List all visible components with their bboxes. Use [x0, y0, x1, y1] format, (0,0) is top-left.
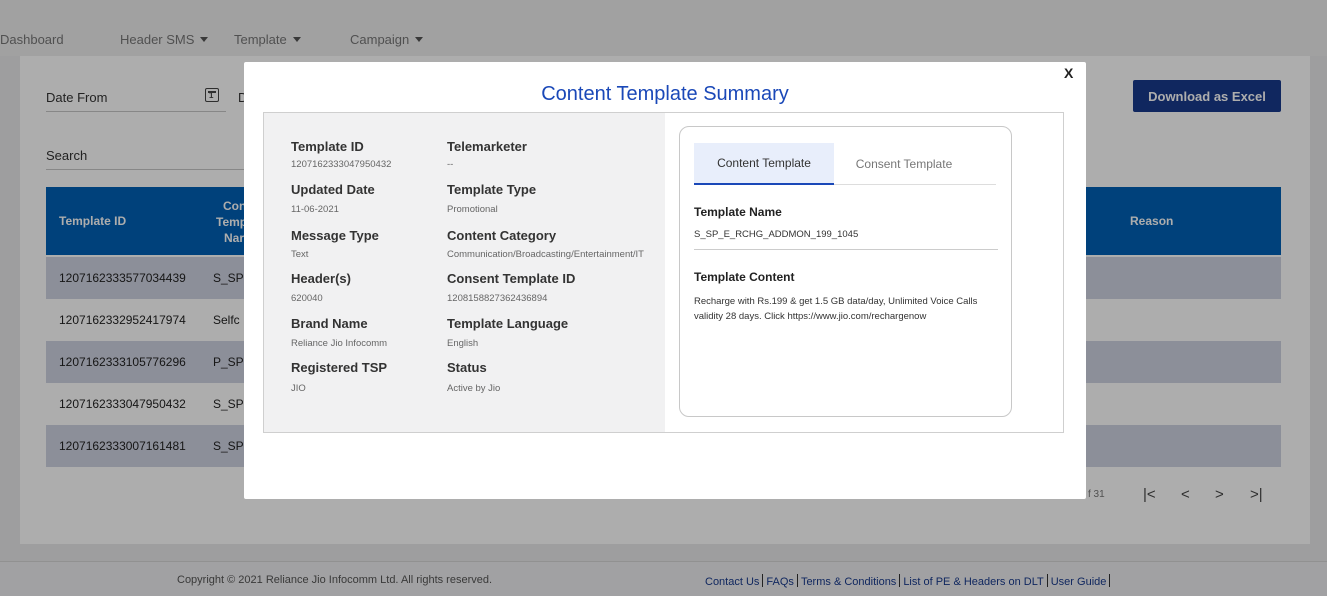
details-panel: Template ID 1207162333047950432 Updated … [264, 113, 665, 432]
template-id-label: Template ID [291, 139, 364, 154]
consent-template-id-label: Consent Template ID [447, 271, 576, 286]
template-content-text: Recharge with Rs.199 & get 1.5 GB data/d… [694, 296, 978, 322]
divider [694, 249, 998, 250]
template-name-value: S_SP_E_RCHG_ADDMON_199_1045 [694, 229, 859, 240]
tabs-underline [834, 184, 996, 185]
status-value: Active by Jio [447, 383, 501, 394]
template-language-value: English [447, 338, 479, 349]
telemarketer-value: -- [447, 159, 454, 170]
registered-tsp-value: JIO [291, 383, 306, 394]
telemarketer-label: Telemarketer [447, 139, 527, 154]
updated-date-value: 11-06-2021 [291, 204, 339, 215]
content-category-value: Communication/Broadcasting/Entertainment… [447, 249, 644, 260]
updated-date-label: Updated Date [291, 182, 375, 197]
tab-consent-template[interactable]: Consent Template [834, 143, 974, 185]
brand-name-label: Brand Name [291, 316, 368, 331]
content-category-label: Content Category [447, 228, 557, 243]
modal-body: Template ID 1207162333047950432 Updated … [263, 112, 1064, 433]
consent-template-id-value: 1208158827362436894 [447, 293, 548, 304]
template-type-value: Promotional [447, 204, 498, 215]
template-content-card: Content Template Consent Template Templa… [679, 126, 1012, 417]
close-icon[interactable]: X [1064, 65, 1073, 81]
message-type-label: Message Type [291, 228, 379, 243]
template-content-label: Template Content [694, 270, 795, 284]
template-language-label: Template Language [447, 316, 569, 331]
message-type-value: Text [291, 249, 309, 260]
modal-title: Content Template Summary [541, 83, 789, 105]
tab-content-template[interactable]: Content Template [694, 143, 834, 185]
template-summary-modal: X Content Template Summary Template ID 1… [244, 62, 1086, 499]
brand-name-value: Reliance Jio Infocomm [291, 338, 388, 349]
headers-label: Header(s) [291, 271, 351, 286]
template-name-label: Template Name [694, 205, 782, 219]
status-label: Status [447, 360, 487, 375]
registered-tsp-label: Registered TSP [291, 360, 388, 375]
template-id-value: 1207162333047950432 [291, 159, 392, 170]
template-type-label: Template Type [447, 182, 537, 197]
headers-value: 620040 [291, 293, 323, 304]
